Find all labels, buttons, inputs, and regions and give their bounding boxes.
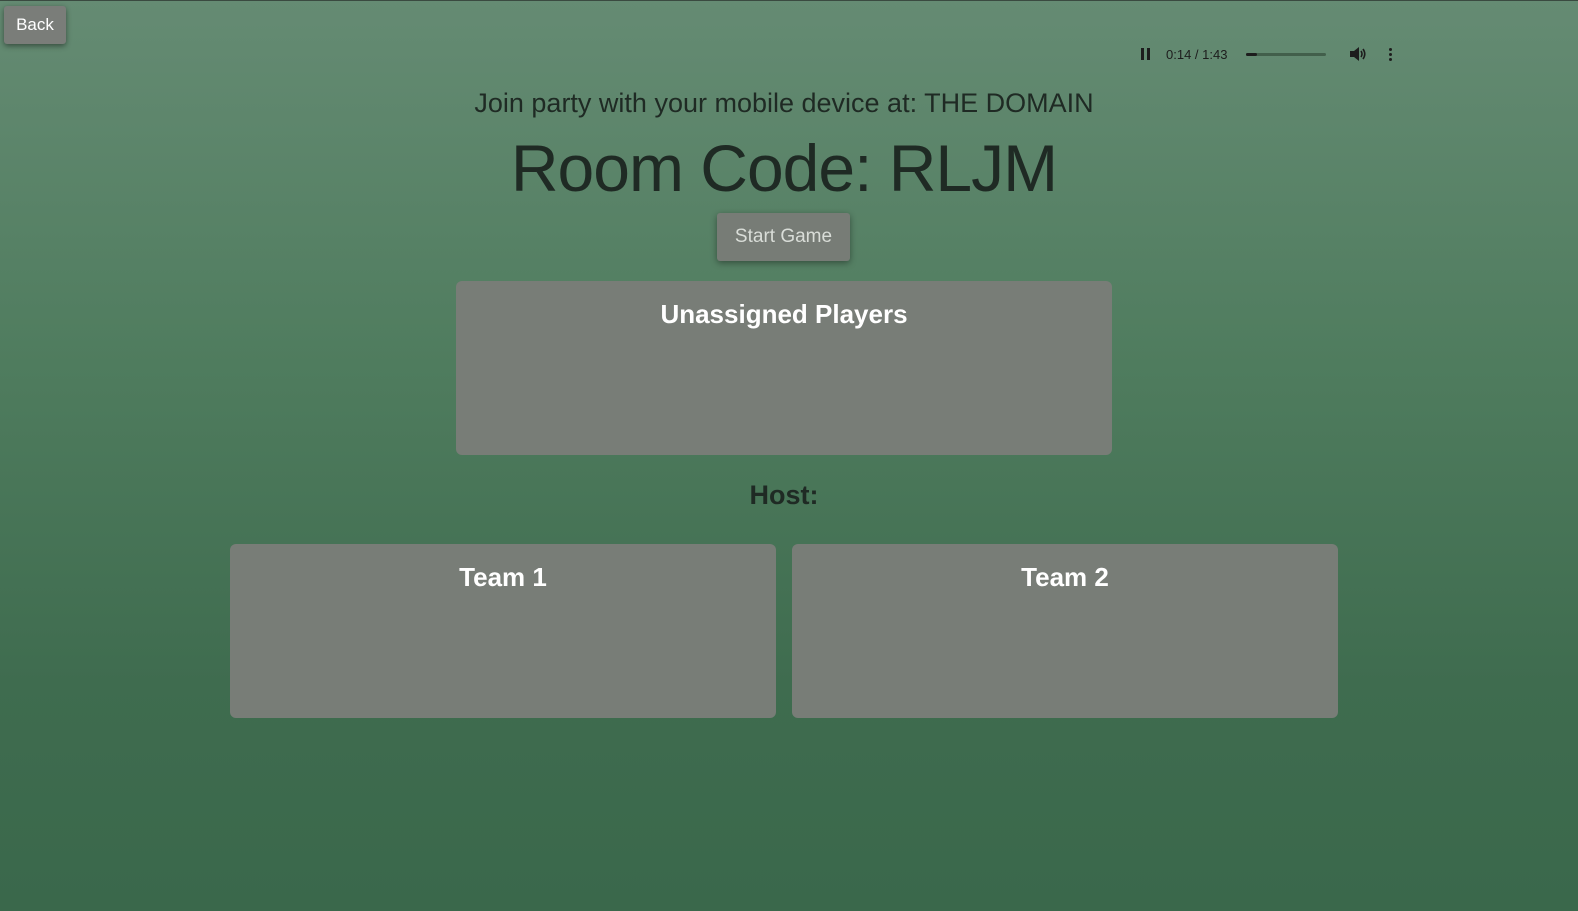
host-label: Host:: [749, 480, 819, 510]
back-button[interactable]: Back: [4, 6, 66, 44]
more-options-icon: [1388, 47, 1392, 51]
unassigned-players-title: Unassigned Players: [660, 299, 908, 329]
join-instructions: Join party with your mobile device at: T…: [474, 88, 1094, 118]
volume-icon: [1350, 47, 1366, 61]
team-2-title: Team 2: [1021, 562, 1109, 592]
pause-button[interactable]: [1130, 39, 1160, 69]
team-1-panel: Team 1: [230, 544, 776, 718]
audio-time: 0:14 / 1:43: [1166, 46, 1228, 62]
audio-seek-bar[interactable]: [1246, 52, 1326, 56]
more-options-button[interactable]: [1378, 42, 1402, 66]
room-code: Room Code: RLJM: [510, 131, 1058, 205]
top-border: [0, 0, 1578, 1]
volume-button[interactable]: [1346, 42, 1370, 66]
unassigned-players-panel: Unassigned Players: [456, 281, 1112, 455]
team-1-title: Team 1: [459, 562, 547, 592]
pause-icon: [1140, 48, 1150, 60]
start-game-button[interactable]: Start Game: [717, 213, 850, 261]
audio-player: 0:14 / 1:43: [1130, 38, 1420, 70]
audio-seek-fill: [1246, 52, 1258, 56]
team-2-panel: Team 2: [792, 544, 1338, 718]
